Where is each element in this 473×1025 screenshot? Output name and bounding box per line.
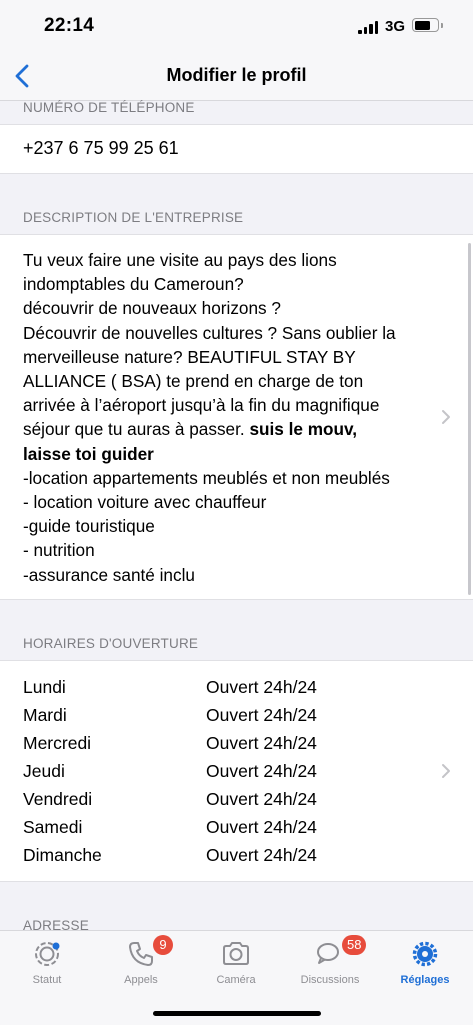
hours-value: Ouvert 24h/24 (206, 789, 317, 809)
description-line: - nutrition (23, 540, 95, 561)
hours-value: Ouvert 24h/24 (206, 705, 317, 725)
description-line: Découvrir de nouvelles cultures ? Sans o… (23, 322, 396, 343)
chevron-right-icon (442, 410, 450, 424)
day-label: Jeudi (23, 761, 65, 781)
hours-field[interactable]: Lundi Ouvert 24h/24 Mardi Ouvert 24h/24 … (0, 660, 473, 882)
tab-status[interactable]: Statut (0, 931, 94, 991)
page-title: Modifier le profil (166, 65, 307, 85)
tab-label: Statut (32, 974, 62, 986)
calls-badge: 9 (153, 935, 173, 955)
description-line: découvrir de nouveaux horizons ? (23, 298, 281, 319)
tab-calls[interactable]: 9 Appels (94, 931, 188, 991)
day-label: Lundi (23, 677, 66, 697)
tab-settings[interactable]: Réglages (378, 931, 472, 991)
chat-bubbles-icon (317, 943, 339, 964)
phone-section-header: NUMÉRO DE TÉLÉPHONE (23, 100, 195, 115)
battery-icon (412, 18, 439, 32)
tab-camera[interactable]: Caméra (189, 931, 283, 991)
description-line: ALLIANCE ( BSA) te prend en charge de to… (23, 371, 364, 392)
description-bold-text: laisse toi guider (23, 443, 154, 464)
phone-icon (129, 942, 153, 966)
status-bar: 22:14 3G (0, 0, 473, 52)
camera-icon (223, 942, 249, 965)
description-line: merveilleuse nature? BEAUTIFUL STAY BY (23, 346, 356, 367)
status-icon (35, 942, 60, 966)
scrollbar[interactable] (468, 243, 471, 595)
hours-value: Ouvert 24h/24 (206, 733, 317, 753)
phone-field[interactable]: +237 6 75 99 25 61 (0, 124, 473, 174)
description-line: Tu veux faire une visite au pays des lio… (23, 250, 337, 270)
phone-value: +237 6 75 99 25 61 (23, 138, 179, 158)
description-section-header: DESCRIPTION DE L'ENTREPRISE (23, 210, 244, 225)
hours-value: Ouvert 24h/24 (206, 761, 317, 781)
description-line: -guide touristique (23, 516, 155, 537)
tab-label: Appels (124, 974, 158, 986)
description-text-span: séjour que tu auras à passer. (23, 419, 245, 440)
day-label: Mardi (23, 705, 67, 725)
description-line: -location appartements meublés et non me… (23, 467, 390, 488)
description-line: séjour que tu auras à passer. suis le mo… (23, 417, 438, 441)
hours-value: Ouvert 24h/24 (206, 845, 317, 865)
chats-badge: 58 (342, 935, 367, 955)
tab-chats[interactable]: 58 Discussions (283, 931, 377, 991)
battery-tip (441, 23, 443, 28)
description-line: -assurance santé inclu (23, 564, 195, 585)
description-bold-text: suis le mouv, (249, 419, 358, 440)
signal-icon (358, 21, 380, 34)
settings-gear-icon (412, 941, 438, 967)
hours-value: Ouvert 24h/24 (206, 817, 317, 837)
tab-label: Réglages (400, 974, 450, 986)
day-label: Samedi (23, 817, 83, 837)
hours-value: Ouvert 24h/24 (206, 677, 317, 697)
navigation-bar: Modifier le profil (0, 52, 473, 101)
day-label: Dimanche (23, 845, 102, 865)
description-line: arrivée à l’aéroport jusqu’à la fin du m… (23, 395, 380, 416)
tab-label: Caméra (216, 974, 256, 986)
tab-label: Discussions (300, 974, 360, 986)
hours-section-header: HORAIRES D'OUVERTURE (23, 636, 199, 651)
chevron-right-icon (442, 764, 450, 778)
description-line: indomptables du Cameroun? (23, 274, 244, 295)
home-indicator (153, 1011, 321, 1016)
description-line: laisse toi guider (23, 442, 438, 466)
day-label: Mercredi (23, 733, 92, 753)
description-line: - location voiture avec chauffeur (23, 492, 267, 513)
status-time: 22:14 (44, 15, 95, 36)
description-field[interactable]: Tu veux faire une visite au pays des lio… (0, 234, 473, 600)
description-text: Tu veux faire une visite au pays des lio… (23, 248, 438, 587)
network-type: 3G (385, 18, 406, 35)
day-label: Vendredi (23, 789, 93, 809)
